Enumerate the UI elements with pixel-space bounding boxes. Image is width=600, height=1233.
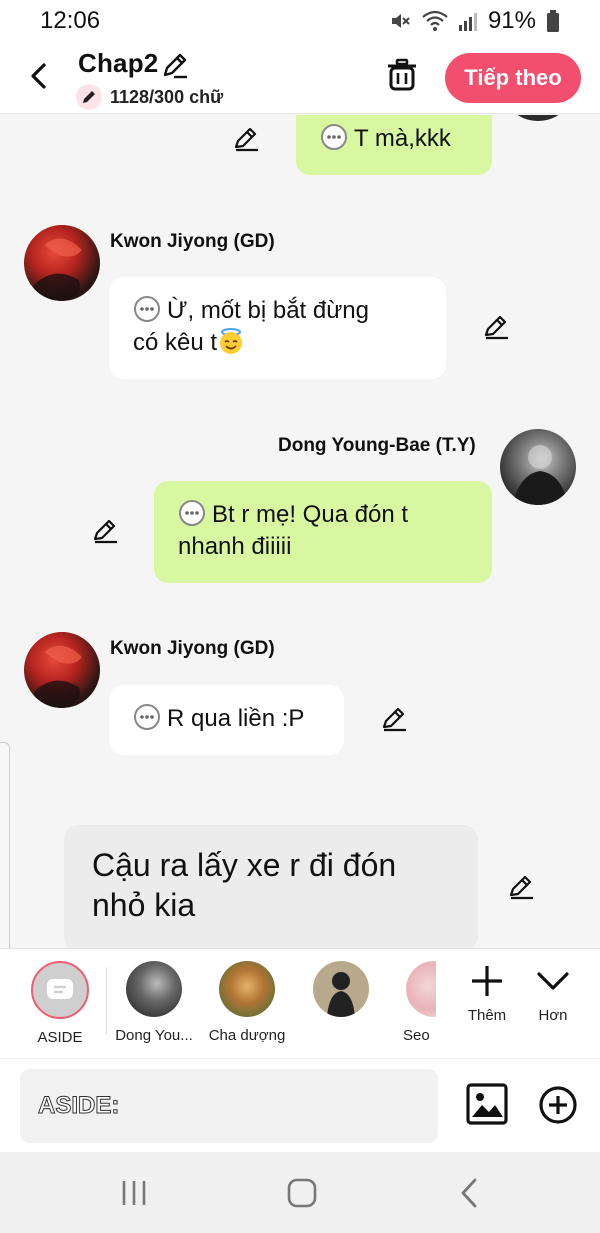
speech-bubble-icon <box>133 703 161 731</box>
avatar[interactable] <box>500 115 576 121</box>
character-name: Dong You... <box>115 1027 193 1044</box>
back-arrow-icon <box>31 63 46 89</box>
aside-text-line1: Cậu ra lấy xe r đi đón <box>92 847 397 883</box>
wifi-icon <box>422 10 448 32</box>
message-bubble[interactable]: Bt r mẹ! Qua đón t nhanh điiiii <box>154 481 492 583</box>
sender-name: Kwon Jiyong (GD) <box>110 638 275 659</box>
avatar-kwon-jiyong[interactable] <box>24 632 100 708</box>
plus-icon <box>472 966 502 996</box>
edit-message-icon[interactable] <box>482 313 510 341</box>
home-button[interactable] <box>282 1176 322 1210</box>
edit-message-icon[interactable] <box>232 125 260 153</box>
add-more-button[interactable] <box>538 1085 578 1125</box>
chapter-title[interactable]: Chap2 <box>78 48 158 79</box>
plus-circle-icon <box>539 1086 577 1124</box>
avatar <box>219 961 275 1017</box>
back-button[interactable] <box>24 60 56 92</box>
aside-icon <box>31 961 89 1019</box>
home-icon <box>287 1178 317 1208</box>
message-bubble[interactable]: T mà,kkk <box>296 115 492 175</box>
character-silhouette[interactable] <box>291 961 391 1027</box>
character-name: Seo <box>403 1027 430 1044</box>
aside-bubble[interactable]: Cậu ra lấy xe r đi đón nhỏ kia <box>64 825 478 948</box>
message-text-line1: Bt r mẹ! Qua đón t <box>212 501 409 528</box>
status-time: 12:06 <box>40 7 101 34</box>
battery-icon <box>546 10 560 32</box>
more-label: Hơn <box>538 1007 568 1024</box>
message-bubble[interactable]: Ừ, mốt bị bắt đừng có kêu t <box>109 277 446 379</box>
avatar-dong-young-bae[interactable] <box>500 429 576 505</box>
avatar <box>313 961 369 1017</box>
avatar <box>126 961 182 1017</box>
character-dong-young-bae[interactable]: Dong You... <box>104 961 204 1044</box>
edit-message-icon[interactable] <box>380 705 408 733</box>
chevron-down-icon <box>537 972 569 990</box>
edit-title-icon[interactable] <box>160 50 190 80</box>
character-name: Cha dượng <box>208 1027 286 1044</box>
system-nav-bar <box>0 1152 600 1233</box>
character-name: ASIDE <box>37 1029 83 1046</box>
image-icon <box>466 1083 508 1125</box>
sender-name: Kwon Jiyong (GD) <box>110 231 275 252</box>
message-text: R qua liền :P <box>167 705 305 732</box>
more-button[interactable]: Hơn <box>523 963 583 1024</box>
speech-bubble-icon <box>133 295 161 323</box>
message-input[interactable] <box>20 1069 438 1143</box>
delete-button[interactable] <box>386 58 418 92</box>
character-aside[interactable]: ASIDE <box>10 961 110 1046</box>
trash-icon <box>388 58 416 91</box>
system-back-button[interactable] <box>450 1176 490 1210</box>
pencil-icon <box>76 84 102 110</box>
insert-image-button[interactable] <box>466 1083 508 1125</box>
character-selector: ASIDE Dong You... Cha dượng Seo Thêm Hơn <box>0 948 600 1058</box>
add-character-button[interactable]: Thêm <box>457 963 517 1024</box>
next-button[interactable]: Tiếp theo <box>445 53 581 103</box>
battery-text: 91% <box>487 7 536 34</box>
input-bar <box>0 1058 600 1152</box>
status-bar: 12:06 91% <box>0 0 600 42</box>
character-cha-duong[interactable]: Cha dượng <box>197 961 297 1044</box>
recent-apps-button[interactable] <box>114 1176 154 1210</box>
back-chevron-icon <box>461 1178 477 1208</box>
editor-header: Chap2 1128/300 chữ Tiếp theo <box>0 42 600 114</box>
message-text: T mà,kkk <box>354 125 451 152</box>
word-count: 1128/300 chữ <box>76 84 223 110</box>
message-text-line2: có kêu t <box>133 329 218 356</box>
avatar <box>406 961 436 1017</box>
mute-icon <box>388 9 412 33</box>
character-seo[interactable]: Seo <box>384 961 436 1044</box>
side-panel-handle[interactable] <box>0 742 10 970</box>
message-text-line2: nhanh điiiii <box>178 533 292 560</box>
aside-text-line2: nhỏ kia <box>92 887 196 923</box>
message-text-line1: Ừ, mốt bị bắt đừng <box>167 297 369 324</box>
signal-icon <box>458 11 478 31</box>
recent-apps-icon <box>122 1181 146 1205</box>
edit-message-icon[interactable] <box>507 873 535 901</box>
sender-name: Dong Young-Bae (T.Y) <box>278 435 476 456</box>
avatar-kwon-jiyong[interactable] <box>24 225 100 301</box>
word-count-text: 1128/300 chữ <box>110 86 224 107</box>
edit-message-icon[interactable] <box>91 517 119 545</box>
smiling-angel-emoji-icon <box>217 327 245 355</box>
add-label: Thêm <box>467 1007 507 1024</box>
message-input-box[interactable] <box>20 1069 438 1143</box>
speech-bubble-icon <box>320 123 348 151</box>
speech-bubble-icon <box>178 499 206 527</box>
message-bubble[interactable]: R qua liền :P <box>109 685 344 755</box>
chat-area[interactable]: T mà,kkk Kwon Jiyong (GD) Ừ, mốt bị bắt … <box>0 115 600 948</box>
